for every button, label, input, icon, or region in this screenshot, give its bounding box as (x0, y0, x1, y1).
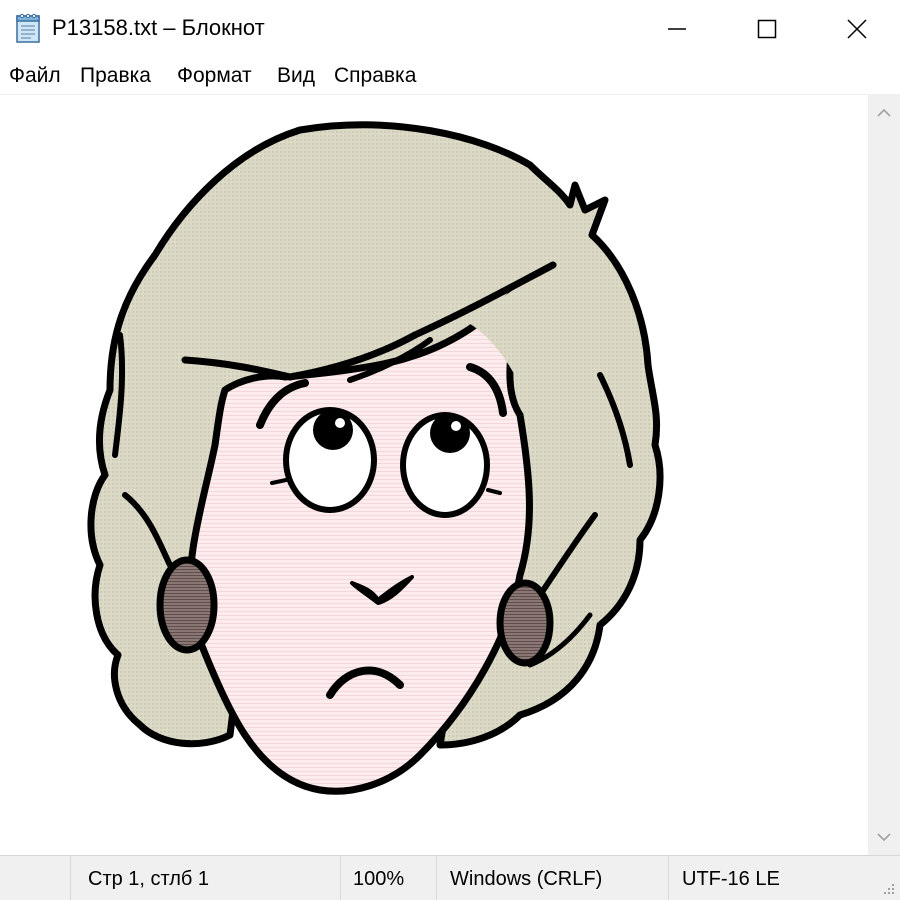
window-title: P13158.txt – Блокнот (52, 15, 265, 40)
minimize-icon (668, 28, 686, 30)
right-eye-highlight (451, 421, 461, 431)
title-bar[interactable]: P13158.txt – Блокнот (0, 0, 900, 58)
right-earring (496, 579, 554, 667)
scroll-down-button[interactable] (868, 819, 900, 855)
status-separator (340, 856, 341, 900)
maximize-button[interactable] (722, 0, 812, 58)
status-separator (668, 856, 669, 900)
chevron-up-icon (877, 108, 891, 117)
encoding: UTF-16 LE (682, 868, 780, 890)
cartoon-face-illustration (87, 121, 664, 795)
menu-edit[interactable]: Правка (78, 64, 153, 88)
vertical-scrollbar[interactable] (868, 95, 900, 855)
menu-file[interactable]: Файл (7, 64, 63, 88)
minimize-button[interactable] (632, 0, 722, 58)
left-earring (156, 556, 218, 654)
notepad-window: P13158.txt – Блокнот Файл Правка Формат … (0, 0, 900, 900)
left-pupil (313, 410, 353, 450)
menu-format[interactable]: Формат (175, 64, 254, 88)
right-pupil (430, 413, 470, 453)
line-endings: Windows (CRLF) (450, 868, 603, 890)
menu-bar: Файл Правка Формат Вид Справка (0, 58, 900, 94)
close-icon (847, 19, 867, 39)
notepad-icon (16, 13, 40, 43)
close-button[interactable] (812, 0, 900, 58)
menu-help[interactable]: Справка (332, 64, 418, 88)
left-eye-highlight (335, 418, 345, 428)
scroll-up-button[interactable] (868, 95, 900, 131)
chevron-down-icon (877, 833, 891, 842)
maximize-icon (757, 19, 777, 39)
status-separator (70, 856, 71, 900)
status-bar: Стр 1, стлб 1 100% Windows (CRLF) UTF-16… (0, 855, 900, 900)
resize-grip-icon[interactable] (882, 882, 896, 896)
status-separator (436, 856, 437, 900)
menu-view[interactable]: Вид (275, 64, 317, 88)
zoom-level: 100% (353, 868, 405, 890)
cursor-position: Стр 1, стлб 1 (88, 868, 210, 890)
text-editor-area[interactable] (0, 95, 868, 855)
